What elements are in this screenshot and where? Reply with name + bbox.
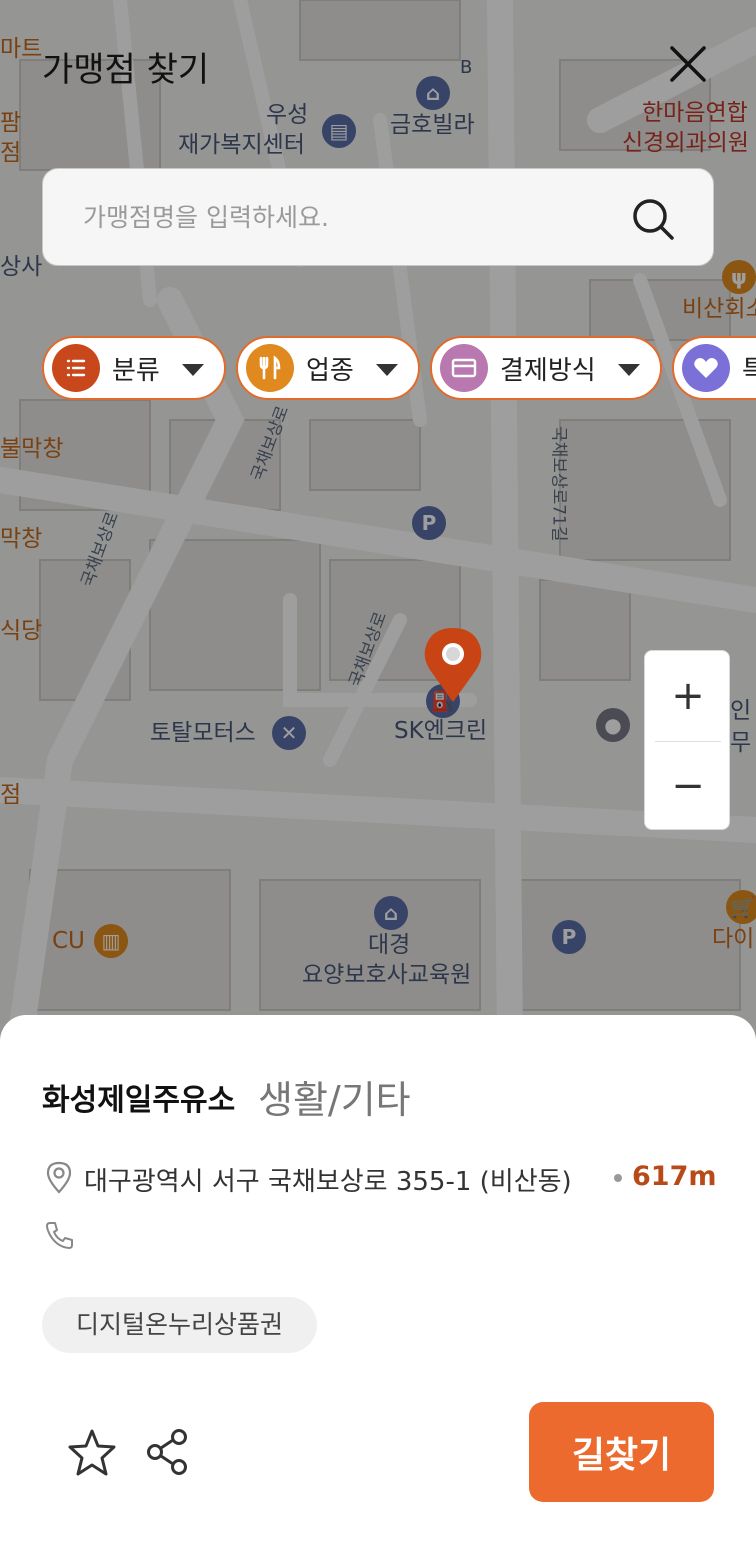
store-category: 생활/기타 — [258, 1078, 411, 1122]
close-button[interactable] — [664, 40, 712, 88]
zoom-control: + − — [644, 650, 730, 830]
favorite-button[interactable] — [66, 1427, 118, 1479]
separator-dot — [614, 1174, 622, 1182]
filter-chip-label: 결제방식 — [500, 355, 596, 386]
filter-chip-industry[interactable]: 업종 — [236, 336, 420, 400]
payment-tag: 디지털온누리상품권 — [42, 1297, 318, 1353]
filter-chip-payment[interactable]: 결제방식 — [430, 336, 662, 400]
store-address: 대구광역시 서구 국채보상로 355-1 (비산동) — [84, 1167, 572, 1197]
card-icon — [440, 344, 488, 392]
zoom-out-button[interactable]: − — [645, 741, 731, 831]
chevron-down-icon — [376, 364, 398, 376]
phone-icon[interactable] — [44, 1219, 76, 1251]
filter-chip-special[interactable]: 특 — [672, 336, 756, 400]
store-distance: 617m — [632, 1161, 717, 1192]
search-box — [42, 168, 714, 266]
list-icon — [52, 344, 100, 392]
route-button[interactable]: 길찾기 — [529, 1402, 714, 1502]
filter-chip-category[interactable]: 분류 — [42, 336, 226, 400]
share-icon — [147, 1429, 187, 1475]
star-icon — [68, 1429, 116, 1476]
chevron-down-icon — [618, 364, 640, 376]
utensils-icon — [246, 344, 294, 392]
search-button[interactable] — [629, 195, 677, 243]
store-name: 화성제일주유소 — [42, 1083, 236, 1118]
filter-chip-label: 분류 — [112, 355, 160, 386]
map-dim-overlay — [0, 0, 756, 1040]
page-title: 가맹점 찾기 — [42, 50, 210, 90]
location-pin-icon[interactable] — [420, 624, 486, 704]
close-icon — [670, 46, 706, 82]
heart-icon — [682, 344, 730, 392]
filter-chip-row: 분류 업종 결제방식 특 — [42, 336, 756, 402]
search-icon — [633, 199, 674, 240]
chevron-down-icon — [182, 364, 204, 376]
filter-chip-label: 특 — [742, 355, 756, 386]
filter-chip-label: 업종 — [306, 355, 354, 386]
location-icon — [46, 1161, 72, 1194]
search-input[interactable] — [83, 197, 623, 237]
zoom-in-button[interactable]: + — [645, 651, 731, 741]
store-detail-sheet: 화성제일주유소 생활/기타 대구광역시 서구 국채보상로 355-1 (비산동)… — [0, 1015, 756, 1545]
share-button[interactable] — [144, 1427, 192, 1477]
